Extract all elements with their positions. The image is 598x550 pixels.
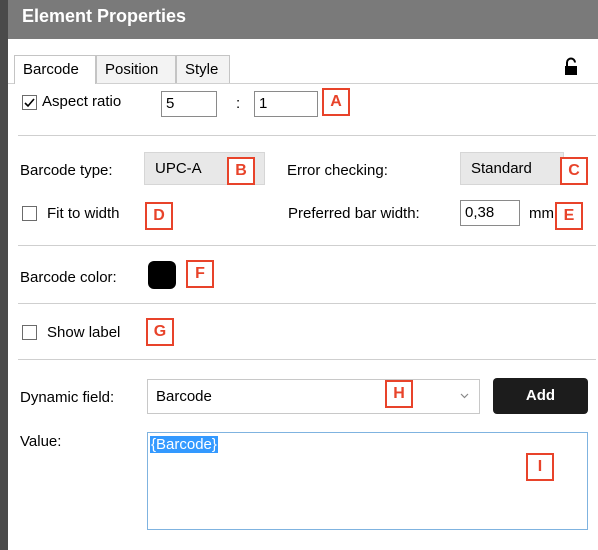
callout-marker-f: F: [186, 260, 214, 288]
divider: [18, 245, 596, 246]
fit-to-width-label: Fit to width: [47, 205, 120, 222]
callout-marker-e: E: [555, 202, 583, 230]
dynamic-field-select[interactable]: Barcode: [147, 379, 480, 414]
divider: [18, 359, 596, 360]
callout-marker-g: G: [146, 318, 174, 346]
fit-to-width-checkbox[interactable]: [22, 206, 37, 221]
callout-marker-h: H: [385, 380, 413, 408]
error-checking-select[interactable]: Standard: [460, 152, 564, 185]
error-checking-value: Standard: [471, 160, 532, 177]
value-label: Value:: [20, 433, 62, 450]
element-properties-panel: Element Properties Barcode Position Styl…: [0, 0, 598, 550]
value-textarea[interactable]: {Barcode}: [147, 432, 588, 530]
add-button[interactable]: Add: [493, 378, 588, 414]
barcode-tab-content: Aspect ratio 5 : 1 A Barcode type: UPC-A…: [8, 84, 598, 550]
tab-label: Position: [105, 61, 159, 78]
tab-barcode[interactable]: Barcode: [14, 55, 96, 84]
barcode-type-value: UPC-A: [155, 160, 202, 177]
tab-label: Barcode: [23, 61, 79, 78]
aspect-ratio-height-input[interactable]: 1: [254, 91, 318, 117]
dynamic-field-value: Barcode: [156, 388, 212, 405]
preferred-bar-width-unit: mm: [529, 205, 554, 222]
aspect-ratio-label: Aspect ratio: [42, 93, 122, 110]
callout-marker-c: C: [560, 157, 588, 185]
aspect-ratio-width-input[interactable]: 5: [161, 91, 217, 117]
show-label-checkbox[interactable]: [22, 325, 37, 340]
barcode-color-label: Barcode color:: [20, 269, 117, 286]
tab-style[interactable]: Style: [176, 55, 230, 83]
panel-title: Element Properties: [22, 6, 187, 26]
error-checking-label: Error checking:: [287, 162, 388, 179]
callout-marker-d: D: [145, 202, 173, 230]
panel-header: Element Properties: [8, 0, 598, 39]
show-label-label: Show label: [47, 324, 121, 341]
aspect-ratio-checkbox[interactable]: [22, 95, 37, 110]
tab-bar: Barcode Position Style: [8, 39, 598, 84]
unlock-icon[interactable]: [562, 57, 582, 77]
preferred-bar-width-label: Preferred bar width:: [288, 205, 420, 222]
chevron-down-icon: [460, 393, 469, 399]
checkmark-icon: [24, 98, 35, 108]
dynamic-field-label: Dynamic field:: [20, 389, 115, 406]
barcode-type-label: Barcode type:: [20, 162, 113, 179]
callout-marker-a: A: [322, 88, 350, 116]
preferred-bar-width-input[interactable]: 0,38: [460, 200, 520, 226]
aspect-ratio-separator: :: [236, 95, 241, 112]
panel-edge: [0, 0, 8, 550]
tab-position[interactable]: Position: [96, 55, 176, 83]
divider: [18, 135, 596, 136]
tab-label: Style: [185, 61, 219, 78]
value-text: {Barcode}: [150, 436, 218, 453]
callout-marker-b: B: [227, 157, 255, 185]
barcode-color-swatch[interactable]: [148, 261, 176, 289]
divider: [18, 303, 596, 304]
callout-marker-i: I: [526, 453, 554, 481]
